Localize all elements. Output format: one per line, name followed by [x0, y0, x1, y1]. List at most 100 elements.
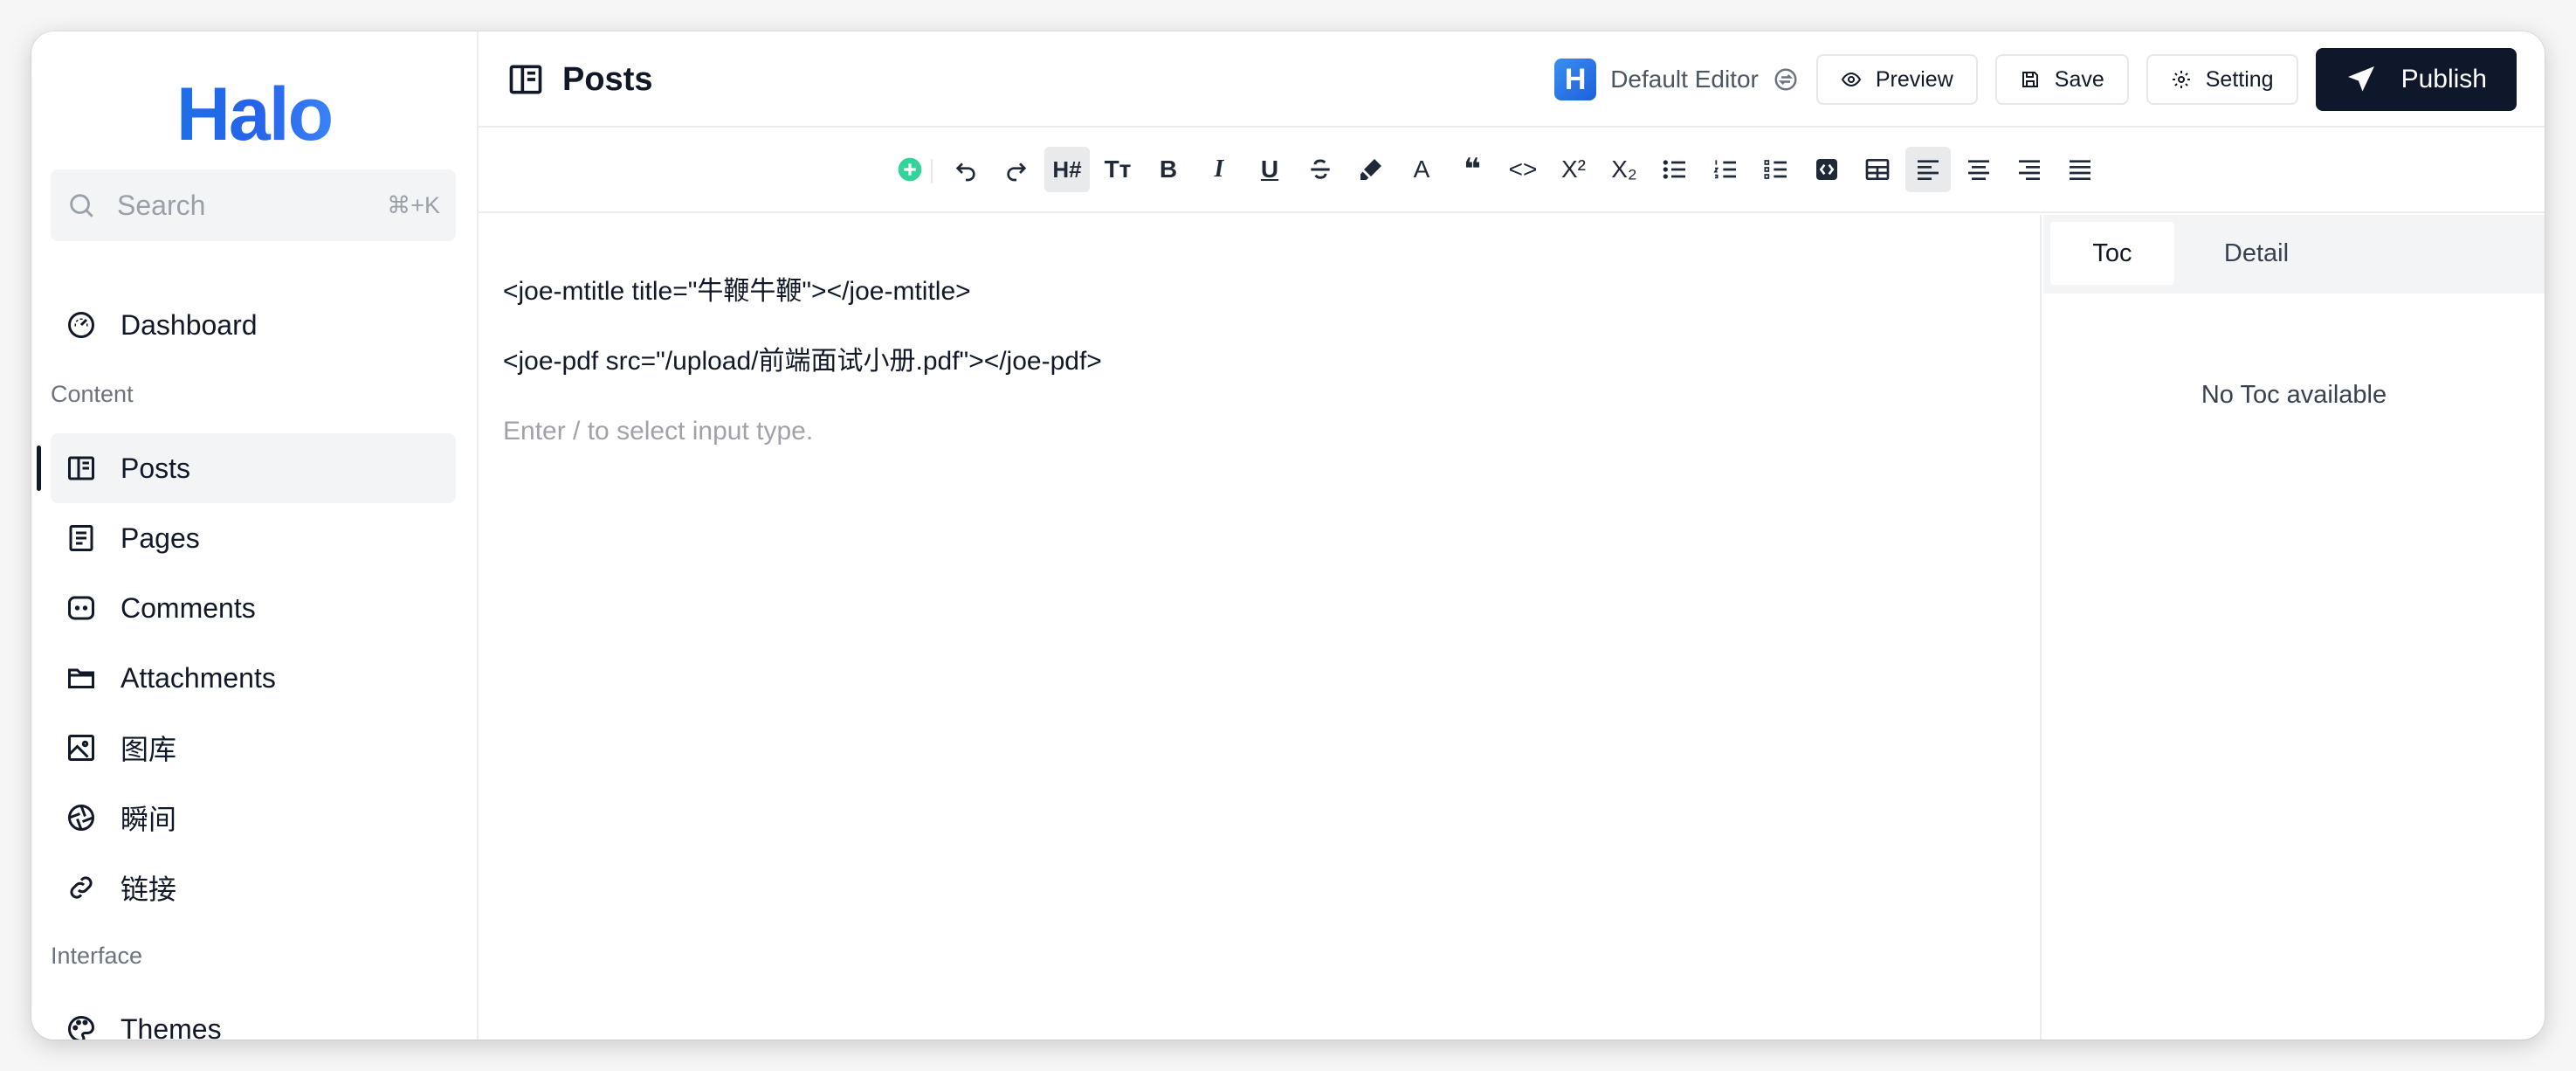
section-label-interface: Interface [51, 943, 143, 969]
align-left-button[interactable] [1905, 147, 1951, 192]
pages-icon [65, 522, 98, 555]
add-block-icon [898, 157, 922, 182]
search-placeholder: Search [117, 189, 206, 221]
palette-icon [65, 1012, 98, 1040]
sidebar-item-pages[interactable]: Pages [51, 503, 456, 573]
superscript-icon: X² [1561, 155, 1586, 183]
toolbar-divider [931, 159, 933, 183]
code-button[interactable]: <> [1500, 147, 1546, 192]
table-icon [1865, 159, 1890, 180]
sidebar-item-label: Attachments [121, 661, 276, 694]
search-input[interactable]: Search ⌘+K [51, 169, 456, 241]
add-block-button[interactable] [887, 147, 933, 192]
align-center-icon [1968, 160, 1989, 180]
bold-button[interactable]: B [1146, 147, 1191, 192]
quote-button[interactable]: ❝ [1450, 147, 1495, 192]
sidebar: Halo Search ⌘+K Dashboard Content Posts … [31, 31, 479, 1040]
bullet-list-button[interactable] [1652, 147, 1698, 192]
search-shortcut: ⌘+K [387, 191, 440, 218]
logo[interactable]: Halo [31, 66, 477, 162]
tab-detail[interactable]: Detail [2195, 222, 2318, 285]
save-icon [2022, 72, 2038, 87]
highlight-icon [1360, 159, 1381, 180]
save-button[interactable]: Save [1994, 54, 2129, 105]
section-label-content: Content [51, 381, 134, 407]
sidebar-item-posts[interactable]: Posts [51, 433, 456, 503]
code-block-button[interactable] [1804, 147, 1849, 192]
posts-icon [509, 65, 542, 94]
sidebar-item-dashboard[interactable]: Dashboard [51, 290, 456, 360]
switch-editor-icon[interactable] [1773, 66, 1799, 93]
comments-icon [65, 591, 98, 625]
eye-icon [1841, 72, 1861, 87]
editor-line[interactable]: <joe-pdf src="/upload/前端面试小册.pdf"></joe-… [503, 344, 1102, 379]
editor-line[interactable]: <joe-mtitle title="牛鞭牛鞭"></joe-mtitle> [503, 274, 971, 309]
tab-label: Detail [2223, 238, 2290, 267]
sidebar-item-label: Pages [121, 522, 200, 554]
side-panel: Toc Detail No Toc available [2043, 215, 2545, 1040]
page-title: Posts [562, 60, 653, 98]
sidebar-item-themes[interactable]: Themes [51, 994, 456, 1040]
empty-toc-message: No Toc available [2201, 381, 2387, 409]
save-label: Save [2054, 66, 2104, 92]
text-color-button[interactable]: A [1399, 147, 1444, 192]
sidebar-item-label: 瞬间 [121, 804, 177, 835]
sidebar-item-attachments[interactable]: Attachments [51, 643, 456, 713]
app-window: Halo Search ⌘+K Dashboard Content Posts … [31, 31, 2545, 1040]
redo-button[interactable] [994, 147, 1039, 192]
publish-label: Publish [2400, 65, 2487, 93]
main-area: Posts H Default Editor Preview Save Sett… [479, 31, 2545, 1040]
posts-icon [65, 452, 98, 485]
search-icon [70, 194, 93, 218]
preview-button[interactable]: Preview [1815, 54, 1978, 105]
align-right-icon [2019, 160, 2040, 180]
subscript-button[interactable]: X₂ [1601, 147, 1647, 192]
text-size-icon: Tт [1104, 155, 1132, 183]
underline-button[interactable]: U [1247, 147, 1292, 192]
sidebar-item-label: 链接 [121, 874, 177, 905]
sidebar-item-label: Comments [121, 591, 256, 624]
redo-icon [1007, 162, 1027, 182]
page-title-wrap: Posts [506, 31, 652, 128]
editor-toolbar: H# Tт B I U A ❝ <> X² X₂ [479, 129, 2545, 213]
dashboard-icon [65, 308, 98, 342]
setting-button[interactable]: Setting [2146, 54, 2298, 105]
quote-icon: ❝ [1464, 153, 1481, 186]
sidebar-item-comments[interactable]: Comments [51, 573, 456, 643]
highlight-button[interactable] [1348, 147, 1394, 192]
align-justify-button[interactable] [2057, 147, 2103, 192]
ordered-list-icon [1713, 160, 1736, 179]
task-list-button[interactable] [1753, 147, 1799, 192]
undo-icon [955, 162, 975, 182]
sidebar-item-moments[interactable]: 瞬间 [51, 783, 456, 853]
italic-button[interactable]: I [1196, 147, 1242, 192]
panel-tabs: Toc Detail [2043, 215, 2545, 294]
subscript-icon: X₂ [1611, 155, 1637, 183]
editor-name[interactable]: Default Editor [1610, 66, 1759, 93]
superscript-button[interactable]: X² [1551, 147, 1596, 192]
sidebar-item-label: Dashboard [121, 308, 258, 341]
gear-icon [2172, 71, 2190, 88]
ordered-list-button[interactable] [1703, 147, 1748, 192]
align-center-button[interactable] [1956, 147, 2001, 192]
editor-placeholder[interactable]: Enter / to select input type. [503, 414, 813, 449]
text-size-button[interactable]: Tт [1095, 147, 1140, 192]
table-button[interactable] [1855, 147, 1900, 192]
sidebar-item-label: 图库 [121, 734, 177, 765]
sidebar-item-links[interactable]: 链接 [51, 853, 456, 922]
task-list-icon [1764, 160, 1787, 179]
image-icon [65, 731, 98, 764]
setting-label: Setting [2205, 66, 2274, 92]
heading-button[interactable]: H# [1044, 147, 1090, 192]
code-block-icon [1816, 159, 1837, 180]
undo-button[interactable] [943, 147, 988, 192]
sidebar-item-gallery[interactable]: 图库 [51, 713, 456, 783]
editor-content[interactable]: <joe-mtitle title="牛鞭牛鞭"></joe-mtitle> <… [479, 215, 2042, 1040]
strikethrough-button[interactable] [1298, 147, 1343, 192]
tab-toc[interactable]: Toc [2050, 222, 2174, 285]
align-left-icon [1918, 160, 1939, 180]
publish-button[interactable]: Publish [2315, 48, 2517, 111]
align-right-button[interactable] [2007, 147, 2052, 192]
strikethrough-icon [1311, 159, 1330, 179]
code-icon: <> [1508, 155, 1538, 183]
